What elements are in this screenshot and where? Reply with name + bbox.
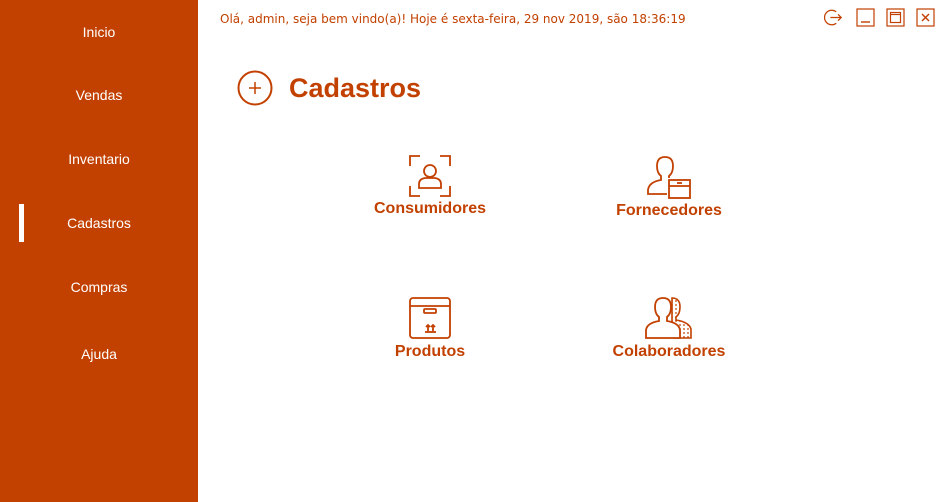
sidebar-item-cadastros[interactable]: Cadastros [0, 203, 198, 243]
card-label-produtos: Produtos [394, 343, 466, 360]
card-label-fornecedores: Fornecedores [616, 202, 722, 219]
plus-circle-icon[interactable] [237, 70, 273, 106]
page-header: Cadastros [237, 70, 421, 106]
sidebar-item-inicio[interactable]: Inicio [0, 12, 198, 52]
sidebar-item-compras[interactable]: Compras [0, 267, 198, 307]
sidebar: Inicio Vendas Inventario Cadastros Compr… [0, 0, 198, 502]
team-icon [645, 297, 692, 339]
card-produtos[interactable]: Produtos [340, 295, 520, 385]
card-label-colaboradores: Colaboradores [612, 343, 726, 360]
close-icon[interactable] [916, 8, 935, 27]
package-icon [409, 297, 451, 339]
main-content: Olá, admin, seja bem vindo(a)! Hoje é se… [198, 0, 941, 502]
logout-icon[interactable] [824, 8, 843, 27]
maximize-icon[interactable] [886, 8, 905, 27]
page-title: Cadastros [289, 72, 422, 103]
greeting-text: Olá, admin, seja bem vindo(a)! Hoje é se… [220, 12, 686, 26]
minimize-icon[interactable] [856, 8, 875, 27]
supplier-icon [647, 156, 691, 199]
sidebar-item-inventario[interactable]: Inventario [0, 139, 198, 179]
card-label-consumidores: Consumidores [373, 200, 486, 217]
card-consumidores[interactable]: Consumidores [340, 154, 520, 244]
user-scan-icon [409, 155, 451, 197]
card-colaboradores[interactable]: Colaboradores [579, 295, 759, 385]
sidebar-item-vendas[interactable]: Vendas [0, 75, 198, 115]
card-fornecedores[interactable]: Fornecedores [579, 154, 759, 244]
sidebar-item-ajuda[interactable]: Ajuda [0, 334, 198, 374]
